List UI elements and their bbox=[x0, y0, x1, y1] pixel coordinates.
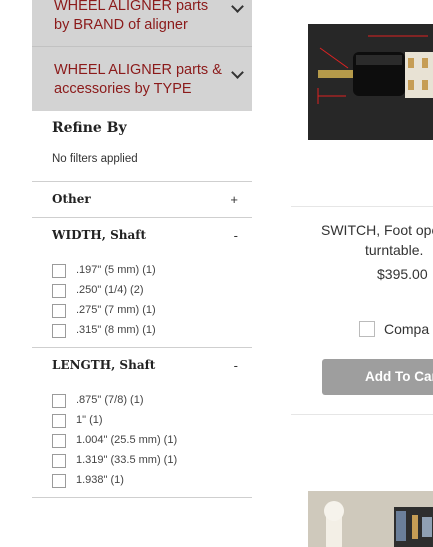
product-image[interactable] bbox=[308, 24, 433, 140]
collapse-icon[interactable]: - bbox=[234, 348, 238, 383]
refine-by-heading: Refine By bbox=[52, 120, 127, 136]
filter-checkbox[interactable] bbox=[52, 324, 66, 338]
facet-width-options: .197" (5 mm) (1) .250" (1/4) (2) .275" (… bbox=[32, 253, 252, 347]
filter-option-label[interactable]: 1.319" (33.5 mm) (1) bbox=[76, 454, 177, 466]
facet-divider bbox=[32, 497, 252, 498]
filter-checkbox[interactable] bbox=[52, 474, 66, 488]
facet-other: Other + bbox=[32, 181, 252, 217]
category-by-brand[interactable]: WHEEL ALIGNER parts by BRAND of aligner bbox=[32, 0, 252, 47]
divider bbox=[291, 206, 433, 207]
add-to-cart-button[interactable]: Add To Car bbox=[322, 359, 433, 395]
filter-option[interactable]: .197" (5 mm) (1) bbox=[32, 261, 252, 281]
facet-length-options: .875" (7/8) (1) 1" (1) 1.004" (25.5 mm) … bbox=[32, 383, 252, 497]
foot-switch-photo bbox=[308, 24, 433, 140]
facet-length-header[interactable]: LENGTH, Shaft - bbox=[32, 348, 252, 383]
filter-option-label[interactable]: 1.004" (25.5 mm) (1) bbox=[76, 434, 177, 446]
facet-width-title[interactable]: WIDTH, Shaft bbox=[52, 228, 146, 242]
filter-option-label[interactable]: .197" (5 mm) (1) bbox=[76, 264, 156, 276]
category-nav: WHEEL ALIGNER parts by BRAND of aligner … bbox=[32, 0, 252, 111]
chevron-down-icon[interactable] bbox=[231, 66, 244, 79]
filter-checkbox[interactable] bbox=[52, 394, 66, 408]
filter-option[interactable]: .275" (7 mm) (1) bbox=[32, 301, 252, 321]
product-image[interactable] bbox=[308, 491, 433, 547]
facet-width-header[interactable]: WIDTH, Shaft - bbox=[32, 218, 252, 253]
filter-checkbox[interactable] bbox=[52, 304, 66, 318]
filter-checkbox[interactable] bbox=[52, 434, 66, 448]
product-name-continued[interactable]: turntable. bbox=[365, 240, 433, 260]
next-product-photo bbox=[308, 491, 433, 547]
filter-option[interactable]: 1.319" (33.5 mm) (1) bbox=[32, 451, 252, 471]
facet-length-title[interactable]: LENGTH, Shaft bbox=[52, 358, 155, 372]
product-price: $395.00 bbox=[377, 266, 428, 282]
no-filters-text: No filters applied bbox=[52, 153, 138, 165]
chevron-down-icon[interactable] bbox=[231, 0, 244, 13]
facet-other-header[interactable]: Other + bbox=[32, 182, 252, 217]
category-by-type-label[interactable]: WHEEL ALIGNER parts & accessories by TYP… bbox=[54, 62, 222, 97]
filter-checkbox[interactable] bbox=[52, 284, 66, 298]
filter-option[interactable]: 1" (1) bbox=[32, 411, 252, 431]
filter-option[interactable]: .315" (8 mm) (1) bbox=[32, 321, 252, 341]
filter-option-label[interactable]: .315" (8 mm) (1) bbox=[76, 324, 156, 336]
category-by-type[interactable]: WHEEL ALIGNER parts & accessories by TYP… bbox=[32, 47, 252, 111]
filter-checkbox[interactable] bbox=[52, 264, 66, 278]
filter-option[interactable]: .250" (1/4) (2) bbox=[32, 281, 252, 301]
product-card: SWITCH, Foot ope turntable. $395.00 Comp… bbox=[291, 0, 433, 547]
category-by-brand-label[interactable]: WHEEL ALIGNER parts by BRAND of aligner bbox=[54, 0, 208, 33]
filter-checkbox[interactable] bbox=[52, 454, 66, 468]
facet-other-title[interactable]: Other bbox=[52, 192, 91, 206]
filter-checkbox[interactable] bbox=[52, 414, 66, 428]
compare-label[interactable]: Compa bbox=[384, 321, 429, 337]
filter-option-label[interactable]: .275" (7 mm) (1) bbox=[76, 304, 156, 316]
filter-option[interactable]: 1.004" (25.5 mm) (1) bbox=[32, 431, 252, 451]
facet-length: LENGTH, Shaft - .875" (7/8) (1) 1" (1) 1… bbox=[32, 347, 252, 497]
filter-option-label[interactable]: .875" (7/8) (1) bbox=[76, 394, 144, 406]
sidebar: WHEEL ALIGNER parts by BRAND of aligner … bbox=[32, 0, 252, 498]
filter-option-label[interactable]: .250" (1/4) (2) bbox=[76, 284, 144, 296]
product-name[interactable]: SWITCH, Foot ope bbox=[321, 220, 433, 240]
collapse-icon[interactable]: - bbox=[234, 218, 238, 253]
facet-width: WIDTH, Shaft - .197" (5 mm) (1) .250" (1… bbox=[32, 217, 252, 347]
filter-option[interactable]: .875" (7/8) (1) bbox=[32, 391, 252, 411]
filter-option[interactable]: 1.938" (1) bbox=[32, 471, 252, 491]
expand-icon[interactable]: + bbox=[230, 182, 238, 217]
compare-checkbox[interactable] bbox=[359, 321, 375, 337]
divider bbox=[291, 414, 433, 415]
filter-option-label[interactable]: 1.938" (1) bbox=[76, 474, 124, 486]
filter-option-label[interactable]: 1" (1) bbox=[76, 414, 103, 426]
